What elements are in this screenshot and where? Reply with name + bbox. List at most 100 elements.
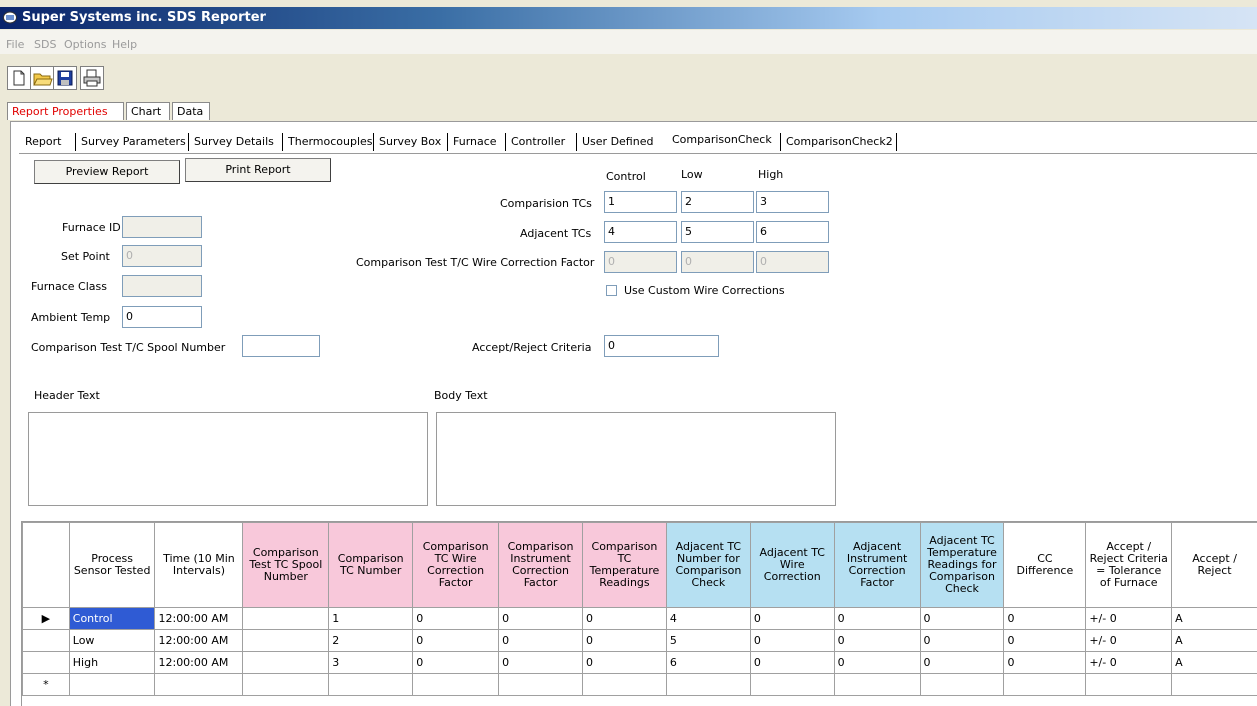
table-cell[interactable]: 12:00:00 AM [155,630,243,652]
table-cell[interactable]: 5 [666,630,750,652]
table-cell[interactable]: 0 [750,608,834,630]
comparison-tc-low-field[interactable]: 2 [681,191,754,213]
table-cell[interactable]: 0 [834,630,920,652]
menu-file[interactable]: File [6,38,24,51]
new-row-indicator[interactable]: * [23,674,70,696]
column-header[interactable]: Accept / Reject Criteria = Tolerance of … [1086,523,1172,608]
tab-chart[interactable]: Chart [126,102,170,120]
tab-data[interactable]: Data [172,102,210,120]
tab-report-properties[interactable]: Report Properties [7,102,124,120]
new-document-icon[interactable] [7,66,31,90]
table-cell[interactable]: 1 [329,608,413,630]
table-cell[interactable]: Low [69,630,155,652]
table-cell[interactable]: 0 [920,630,1004,652]
table-cell[interactable]: 0 [499,608,583,630]
set-point-field[interactable]: 0 [122,245,202,267]
column-header[interactable]: Adjacent TC Number for Comparison Check [666,523,750,608]
table-cell[interactable]: 0 [1004,608,1086,630]
column-header[interactable]: Comparison TC Temperature Readings [582,523,666,608]
table-cell[interactable] [329,674,413,696]
table-cell[interactable]: 0 [413,630,499,652]
header-text-area[interactable] [28,412,428,506]
table-cell[interactable] [1086,674,1172,696]
column-header[interactable]: Adjacent TC Wire Correction [750,523,834,608]
table-cell[interactable] [499,674,583,696]
table-row[interactable]: High 12:00:00 AM 3 0 0 0 6 0 0 0 0 +/- 0… [23,652,1257,674]
table-cell[interactable]: 0 [582,608,666,630]
table-cell[interactable] [666,674,750,696]
table-cell[interactable]: +/- 0 [1086,652,1172,674]
table-cell[interactable]: Control [69,608,155,630]
table-cell[interactable]: A [1172,630,1257,652]
comparison-tc-control-field[interactable]: 1 [604,191,677,213]
menu-sds[interactable]: SDS [34,38,56,51]
column-header[interactable]: Comparison TC Wire Correction Factor [413,523,499,608]
table-cell[interactable]: 6 [666,652,750,674]
subtab-comparisoncheck[interactable]: ComparisonCheck [672,133,772,146]
column-header[interactable]: Comparison TC Number [329,523,413,608]
adjacent-tc-low-field[interactable]: 5 [681,221,754,243]
print-report-button[interactable]: Print Report [185,158,331,182]
print-icon[interactable] [80,66,104,90]
column-header[interactable]: CC Difference [1004,523,1086,608]
subtab-comparisoncheck2[interactable]: ComparisonCheck2 [786,135,893,148]
table-cell[interactable]: A [1172,652,1257,674]
comparison-tc-high-field[interactable]: 3 [756,191,829,213]
table-cell[interactable]: +/- 0 [1086,608,1172,630]
table-cell[interactable]: 0 [413,652,499,674]
ambient-temp-field[interactable]: 0 [122,306,202,328]
table-cell[interactable]: 0 [413,608,499,630]
subtab-survey-parameters[interactable]: Survey Parameters [81,135,186,148]
current-row-indicator[interactable]: ▶ [23,608,70,630]
table-cell[interactable]: 0 [582,630,666,652]
preview-report-button[interactable]: Preview Report [34,160,180,184]
save-disk-icon[interactable] [53,66,77,90]
table-cell[interactable] [920,674,1004,696]
table-cell[interactable]: 12:00:00 AM [155,608,243,630]
subtab-user-defined[interactable]: User Defined [582,135,653,148]
table-cell[interactable] [582,674,666,696]
table-cell[interactable]: 4 [666,608,750,630]
menu-help[interactable]: Help [112,38,137,51]
table-row[interactable]: Low 12:00:00 AM 2 0 0 0 5 0 0 0 0 +/- 0 … [23,630,1257,652]
table-cell[interactable]: 2 [329,630,413,652]
table-cell[interactable]: 0 [750,630,834,652]
column-header[interactable]: Comparison Test TC Spool Number [243,523,329,608]
adjacent-tc-high-field[interactable]: 6 [756,221,829,243]
table-cell[interactable] [69,674,155,696]
subtab-report[interactable]: Report [25,135,61,148]
table-cell[interactable]: 0 [750,652,834,674]
furnace-id-field[interactable] [122,216,202,238]
table-cell[interactable]: +/- 0 [1086,630,1172,652]
wire-correction-high-field[interactable]: 0 [756,251,829,273]
table-cell[interactable] [155,674,243,696]
custom-wire-corrections-checkbox[interactable] [606,285,617,296]
table-cell[interactable] [243,652,329,674]
table-cell[interactable] [413,674,499,696]
subtab-survey-box[interactable]: Survey Box [379,135,441,148]
subtab-controller[interactable]: Controller [511,135,565,148]
table-cell[interactable] [834,674,920,696]
table-cell[interactable] [1004,674,1086,696]
subtab-survey-details[interactable]: Survey Details [194,135,274,148]
wire-correction-low-field[interactable]: 0 [681,251,754,273]
menu-options[interactable]: Options [64,38,106,51]
column-header[interactable]: Adjacent TC Temperature Readings for Com… [920,523,1004,608]
spool-number-field[interactable] [242,335,320,357]
table-cell[interactable] [750,674,834,696]
table-cell[interactable]: A [1172,608,1257,630]
table-cell[interactable]: 0 [499,630,583,652]
column-header[interactable]: Process Sensor Tested [69,523,155,608]
table-cell[interactable]: 0 [582,652,666,674]
column-header[interactable]: Accept / Reject [1172,523,1257,608]
table-cell[interactable]: 0 [499,652,583,674]
column-header[interactable]: Time (10 Min Intervals) [155,523,243,608]
subtab-furnace[interactable]: Furnace [453,135,497,148]
table-cell[interactable]: 0 [834,652,920,674]
row-header[interactable] [23,652,70,674]
table-cell[interactable]: 3 [329,652,413,674]
table-cell[interactable] [243,608,329,630]
table-cell[interactable] [1172,674,1257,696]
open-folder-icon[interactable] [30,66,54,90]
column-header[interactable]: Comparison Instrument Correction Factor [499,523,583,608]
